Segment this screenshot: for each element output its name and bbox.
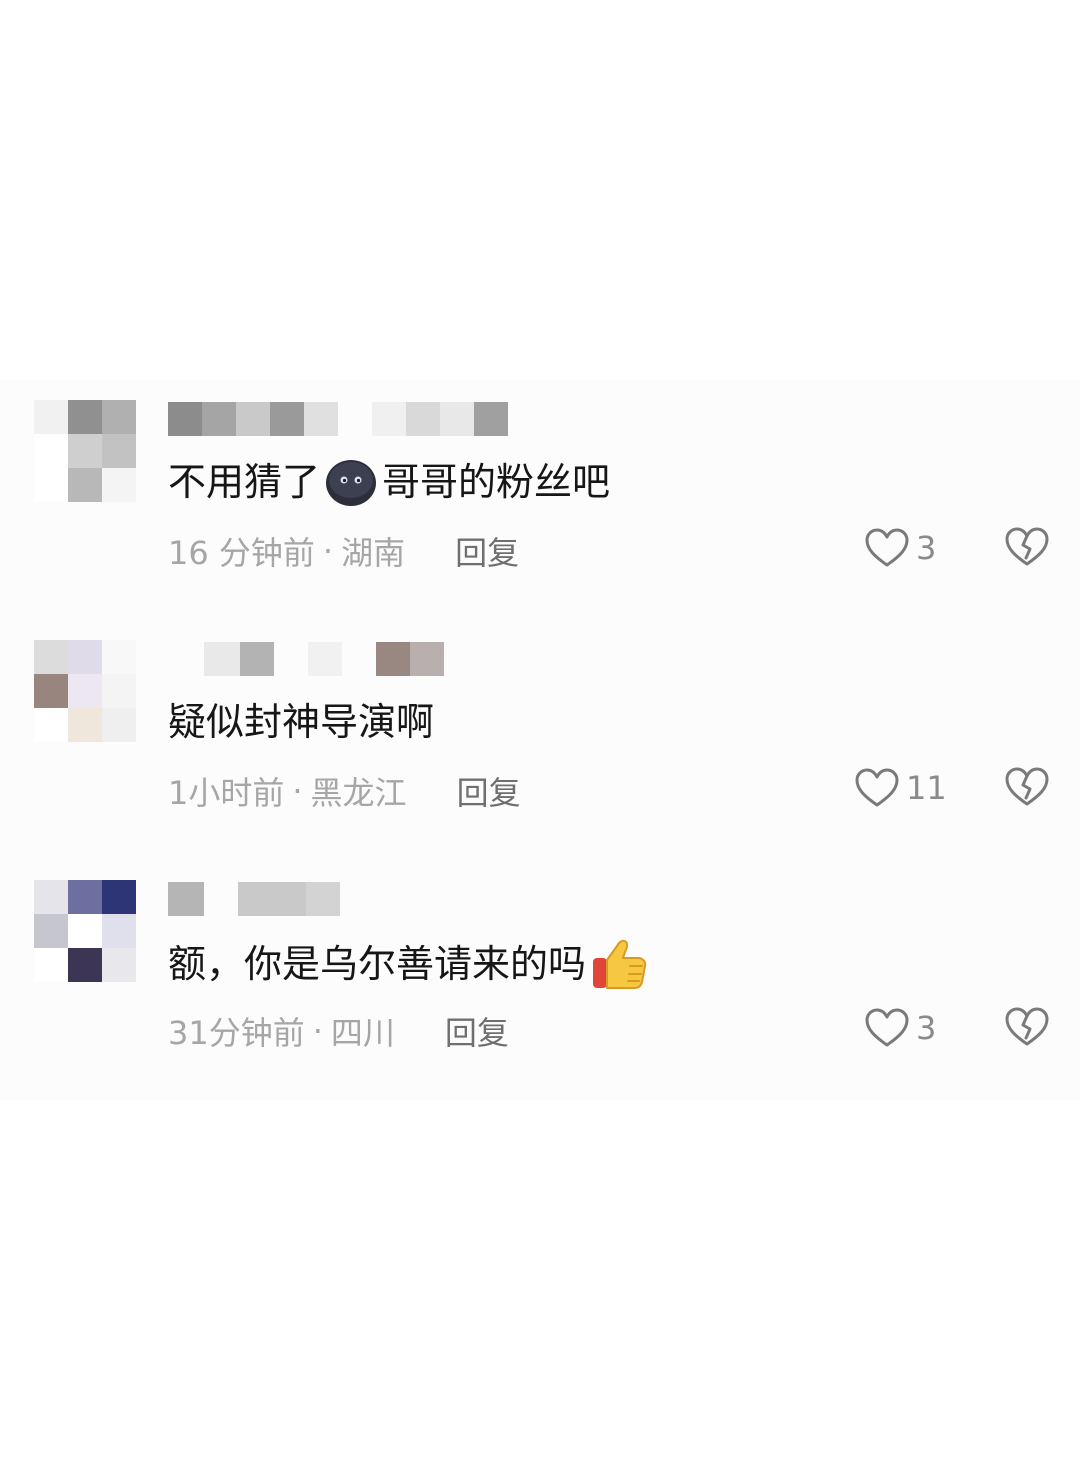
avatar[interactable] (34, 880, 136, 982)
avatar-pixel (102, 674, 136, 708)
comment-item: 疑似封神导演啊 1小时前 · 黑龙江 回复 11 (0, 620, 1080, 840)
avatar-pixel (102, 400, 136, 434)
avatar-pixel (34, 434, 68, 468)
avatar-pixel (68, 434, 102, 468)
comment-location: 四川 (330, 1014, 395, 1052)
reply-button[interactable]: 回复 (455, 528, 519, 574)
meta-separator: · (292, 772, 303, 810)
dislike-button[interactable] (1004, 766, 1050, 810)
username-pixelated[interactable] (168, 642, 568, 676)
avatar-pixel (68, 468, 102, 502)
avatar-pixel (34, 880, 68, 914)
comment-location: 黑龙江 (310, 774, 407, 812)
like-button[interactable]: 3 (864, 526, 936, 570)
broken-heart-icon (1005, 767, 1049, 806)
comment-text: 疑似封神导演啊 (168, 700, 435, 744)
avatar-pixel (34, 708, 68, 742)
avatar-pixel (68, 948, 102, 982)
comment-location: 湖南 (341, 534, 406, 572)
heart-icon (865, 1008, 909, 1047)
meta-separator: · (312, 1012, 323, 1050)
heart-icon (855, 768, 899, 807)
comment-list: 不用猜了 哥哥的粉丝吧 16 分钟前 · 湖南 回复 3 疑似封神导演啊 1小时… (0, 380, 1080, 1100)
avatar-pixel (34, 640, 68, 674)
avatar-pixel (68, 880, 102, 914)
like-count: 3 (916, 529, 937, 567)
avatar-pixel (34, 914, 68, 948)
reply-button[interactable]: 回复 (457, 768, 521, 814)
username-pixelated[interactable] (168, 402, 568, 436)
comment-meta: 16 分钟前 · 湖南 回复 (168, 528, 519, 574)
avatar-pixel (68, 400, 102, 434)
avatar-pixel (102, 468, 136, 502)
thumbs-up-emoji (593, 939, 647, 989)
avatar-pixel (68, 708, 102, 742)
meta-separator: · (322, 532, 334, 570)
comment-item: 额，你是乌尔善请来的吗 31分钟前 · 四川 回复 3 (0, 860, 1080, 1080)
comment-time: 31分钟前 (168, 1014, 305, 1052)
avatar[interactable] (34, 640, 136, 742)
username-pixelated[interactable] (168, 882, 568, 916)
avatar-pixel (34, 400, 68, 434)
avatar[interactable] (34, 400, 136, 502)
dislike-button[interactable] (1004, 1006, 1050, 1050)
avatar-pixel (102, 880, 136, 914)
avatar-pixel (68, 640, 102, 674)
comment-text: 不用猜了 哥哥的粉丝吧 (168, 456, 610, 508)
avatar-pixel (102, 708, 136, 742)
like-count: 11 (906, 769, 947, 807)
avatar-pixel (102, 434, 136, 468)
broken-heart-icon (1005, 1007, 1049, 1046)
comment-time: 1小时前 (168, 774, 285, 812)
avatar-pixel (102, 948, 136, 982)
heart-icon (865, 528, 909, 567)
avatar-pixel (102, 914, 136, 948)
broken-heart-icon (1005, 527, 1049, 566)
comment-item: 不用猜了 哥哥的粉丝吧 16 分钟前 · 湖南 回复 3 (0, 380, 1080, 600)
comment-text: 额，你是乌尔善请来的吗 (168, 936, 648, 992)
avatar-pixel (68, 914, 102, 948)
like-count: 3 (916, 1009, 937, 1047)
comment-meta: 31分钟前 · 四川 回复 (168, 1008, 509, 1054)
reply-button[interactable]: 回复 (445, 1008, 509, 1054)
comment-time: 16 分钟前 (168, 534, 315, 572)
like-button[interactable]: 11 (854, 766, 947, 810)
avatar-pixel (34, 948, 68, 982)
like-button[interactable]: 3 (864, 1006, 936, 1050)
black-face-emoji (326, 460, 377, 506)
avatar-pixel (68, 674, 102, 708)
comment-meta: 1小时前 · 黑龙江 回复 (168, 768, 521, 814)
avatar-pixel (102, 640, 136, 674)
avatar-pixel (34, 468, 68, 502)
avatar-pixel (34, 674, 68, 708)
dislike-button[interactable] (1004, 526, 1050, 570)
